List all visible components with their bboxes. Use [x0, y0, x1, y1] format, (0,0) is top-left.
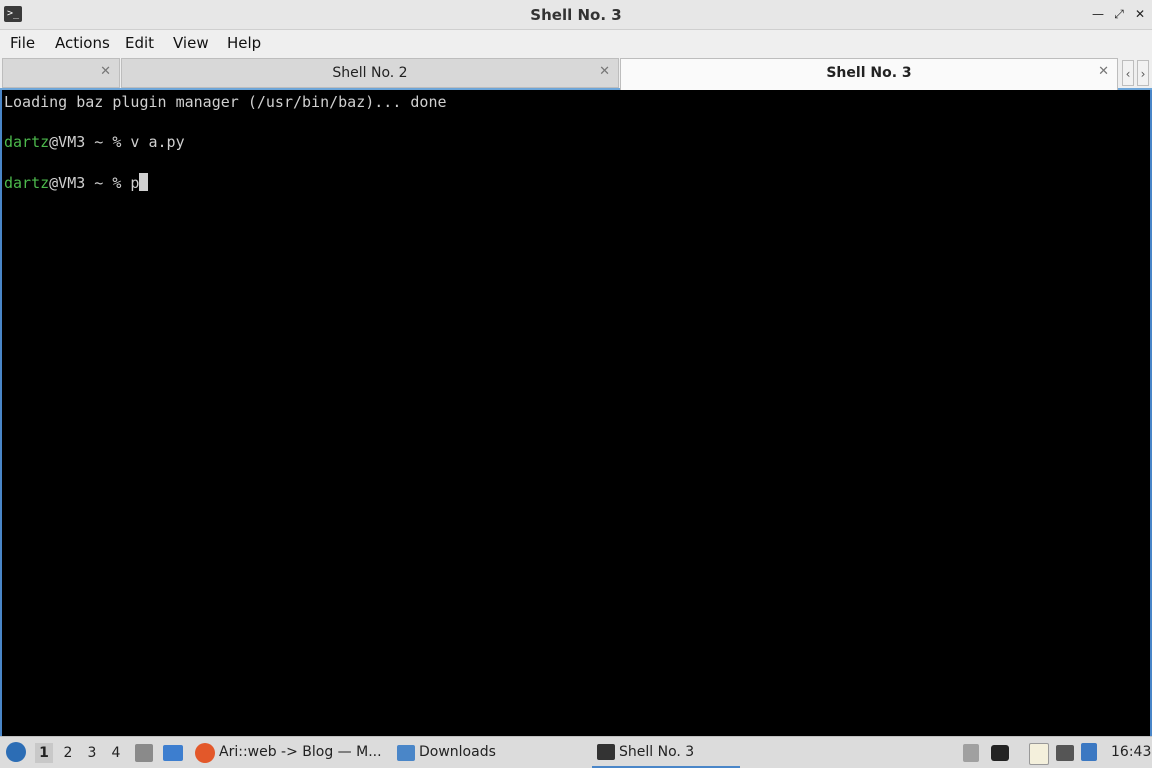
- terminal-prompt-line: dartz@VM3 ~ % v a.py: [4, 133, 185, 151]
- menu-help[interactable]: Help: [227, 34, 261, 52]
- folder-icon: [397, 745, 415, 761]
- desktop-4[interactable]: 4: [107, 743, 125, 763]
- close-icon[interactable]: ✕: [100, 64, 111, 79]
- volume-icon[interactable]: [991, 745, 1009, 761]
- tab-shell-1[interactable]: ✕: [2, 58, 120, 88]
- menu-edit[interactable]: Edit: [125, 34, 154, 52]
- chevron-right-icon[interactable]: ›: [1137, 60, 1149, 86]
- clock[interactable]: 16:43: [1111, 744, 1151, 760]
- chevron-left-icon[interactable]: ‹: [1122, 60, 1134, 86]
- prompt-user: dartz: [4, 133, 50, 151]
- close-icon[interactable]: ✕: [1098, 64, 1109, 79]
- show-desktop-icon[interactable]: [163, 745, 183, 761]
- tab-shell-3[interactable]: Shell No. 3 ✕: [620, 58, 1118, 90]
- tray-expand-icon[interactable]: [963, 744, 979, 762]
- network-icon[interactable]: [1056, 745, 1074, 761]
- clipboard-icon[interactable]: [1029, 743, 1049, 765]
- terminal-prompt-line-current: dartz@VM3 ~ % p: [4, 173, 149, 192]
- firefox-icon: [195, 743, 215, 763]
- title-bar: >_ Shell No. 3 — ⤢ ✕: [0, 0, 1152, 30]
- window-title: Shell No. 3: [530, 6, 622, 24]
- desktop-1[interactable]: 1: [35, 743, 53, 763]
- task-shell-3[interactable]: Shell No. 3: [619, 744, 694, 760]
- text-cursor: [139, 173, 149, 191]
- desktop-2[interactable]: 2: [59, 743, 77, 763]
- tab-shell-2[interactable]: Shell No. 2 ✕: [121, 58, 619, 88]
- menu-actions[interactable]: Actions: [55, 34, 110, 52]
- taskbar: 1 2 3 4 Ari::web -> Blog — M... Download…: [0, 736, 1152, 768]
- prompt-command: @VM3 ~ % v a.py: [49, 133, 185, 151]
- minimize-icon[interactable]: —: [1090, 6, 1106, 22]
- prompt-user: dartz: [4, 174, 50, 192]
- task-firefox[interactable]: Ari::web -> Blog — M...: [219, 744, 382, 760]
- prompt-command: @VM3 ~ % p: [49, 174, 140, 192]
- menu-bar: File Actions Edit View Help: [0, 30, 1152, 56]
- tab-label: Shell No. 2: [332, 65, 408, 81]
- restore-icon[interactable]: ⤢: [1111, 6, 1127, 22]
- task-downloads[interactable]: Downloads: [419, 744, 496, 760]
- close-icon[interactable]: ✕: [599, 64, 610, 79]
- desktop-3[interactable]: 3: [83, 743, 101, 763]
- close-window-icon[interactable]: ✕: [1132, 6, 1148, 22]
- terminal-output-line: Loading baz plugin manager (/usr/bin/baz…: [4, 93, 447, 111]
- menu-file[interactable]: File: [10, 34, 35, 52]
- tab-bar: ✕ Shell No. 2 ✕ Shell No. 3 ✕ ‹ ›: [0, 56, 1152, 90]
- terminal-view[interactable]: Loading baz plugin manager (/usr/bin/baz…: [0, 90, 1152, 736]
- file-manager-icon[interactable]: [135, 744, 153, 762]
- menu-view[interactable]: View: [173, 34, 209, 52]
- start-menu-icon[interactable]: [6, 742, 26, 762]
- tab-label: Shell No. 3: [826, 65, 912, 81]
- notification-icon[interactable]: [1081, 743, 1097, 761]
- terminal-icon: [597, 744, 615, 760]
